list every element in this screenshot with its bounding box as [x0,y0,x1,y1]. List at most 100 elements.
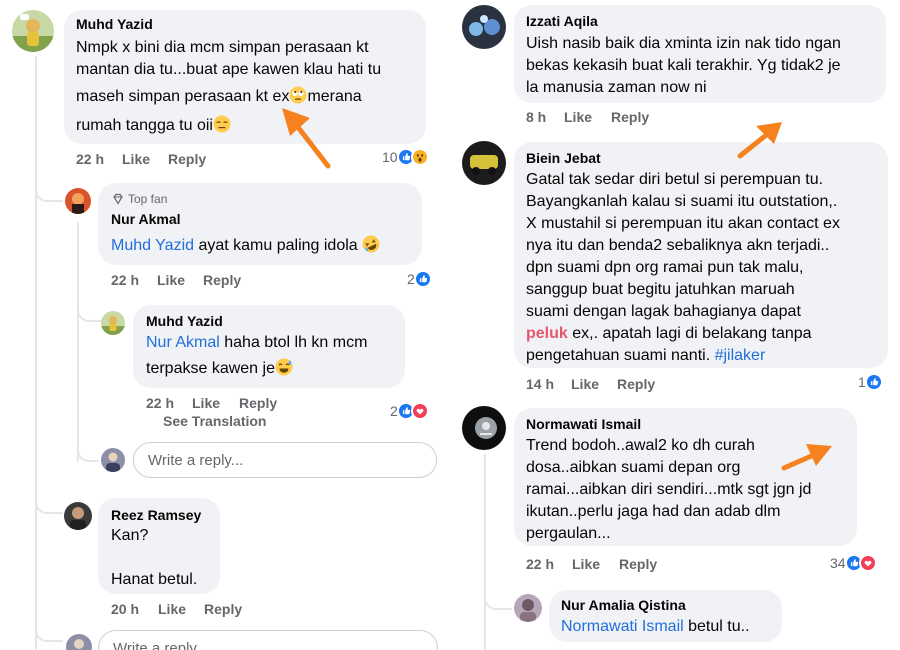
comment-text: nya itu dan benda2 sebaliknya akn terjad… [526,237,830,254]
comment-text: mantan dia tu...buat ape kawen klau hati… [76,61,382,78]
thread-elbow [35,180,63,202]
like-button[interactable]: Like [571,376,599,392]
reaction-summary[interactable]: 1 [858,373,883,391]
comment-text: dosa..aibkan suami depan org [526,459,741,476]
comment-text: terpakse kawen je [146,358,293,380]
reaction-summary[interactable]: 2 [390,402,429,420]
top-fan-diamond-icon [112,193,124,205]
comment-time[interactable]: 22 h [526,556,554,572]
reply-input-box[interactable] [133,442,437,478]
comment-text: pengetahuan suami nanti. #jilaker [526,345,765,367]
reaction-summary[interactable]: 34 [830,554,877,572]
thread-line [77,222,79,462]
comment-text: Bayangkanlah kalau si suami itu outstati… [526,193,838,210]
thread-line [35,56,37,650]
comment-text-part: ayat kamu paling idola [194,237,363,254]
comment-text: Muhd Yazid ayat kamu paling idola [111,235,380,257]
avatar[interactable] [64,502,92,530]
comment-text-part: merana [307,88,362,105]
reply-button[interactable]: Reply [239,395,277,411]
like-button[interactable]: Like [564,109,592,125]
avatar[interactable] [462,406,506,450]
reply-button[interactable]: Reply [204,601,242,617]
love-reaction-icon [858,554,877,572]
comment-author[interactable]: Muhd Yazid [146,313,223,329]
comment-text: Gatal tak sedar diri betul si perempuan … [526,171,824,188]
comment-text-part: haha btol lh kn mcm [219,334,368,351]
comment-text: peluk ex,. apatah lagi di belakang tanpa [526,323,812,345]
comment-text: sanggup buat begitu jatuhkan maruah [526,281,795,298]
comment-text: Nmpk x bini dia mcm simpan perasaan kt [76,39,369,56]
like-button[interactable]: Like [157,272,185,288]
comment-text-part: pengetahuan suami nanti. [526,347,715,364]
reply-button[interactable]: Reply [611,109,649,125]
comment-time[interactable]: 20 h [111,601,139,617]
comment-author[interactable]: Reez Ramsey [111,507,201,523]
comment-time[interactable]: 22 h [111,272,139,288]
annotation-arrow [781,444,832,471]
hashtag-link[interactable]: #jilaker [715,347,766,364]
comment-text: dpn suami dpn org ramai pun tak malu, [526,259,804,276]
comment-text-part: ex,. apatah lagi di belakang tanpa [567,325,812,342]
like-button[interactable]: Like [572,556,600,572]
annotation-arrow [737,122,782,159]
comment-author[interactable]: Nur Akmal [111,211,181,227]
reply-button[interactable]: Reply [617,376,655,392]
comment-time[interactable]: 8 h [526,109,546,125]
mention-link[interactable]: Normawati Ismail [561,618,684,635]
like-button[interactable]: Like [158,601,186,617]
comment-author[interactable]: Nur Amalia Qistina [561,597,686,613]
comment-text: ikutan..perlu jaga had dan adab dlm [526,503,781,520]
thread-elbow [77,436,99,462]
reply-input[interactable] [134,443,436,477]
comment-text: Hanat betul. [111,571,198,588]
reply-input[interactable] [99,631,437,650]
comment-text: bekas kekasih buat kali terakhir. Yg tid… [526,57,841,74]
like-button[interactable]: Like [122,151,150,167]
comment-time[interactable]: 14 h [526,376,554,392]
mention-link[interactable]: Nur Akmal [146,334,220,351]
like-reaction-icon [413,270,432,288]
expressionless-emoji [213,115,231,133]
top-fan-label: Top fan [128,192,168,206]
rolling-eyes-emoji [289,86,307,104]
reply-button[interactable]: Reply [619,556,657,572]
avatar[interactable] [462,141,506,185]
reaction-count: 34 [830,555,846,571]
comment-text: Uish nasib baik dia xminta izin nak tido… [526,35,841,52]
comment-author[interactable]: Muhd Yazid [76,16,153,32]
comment-author[interactable]: Izzati Aqila [526,13,598,29]
avatar[interactable] [101,311,125,335]
see-translation-link[interactable]: See Translation [163,413,266,429]
comment-time[interactable]: 22 h [76,151,104,167]
reply-button[interactable]: Reply [168,151,206,167]
avatar[interactable] [65,188,91,214]
comment-text: Trend bodoh..awal2 ko dh curah [526,437,755,454]
love-reaction-icon [410,402,429,420]
thread-elbow [35,620,63,642]
avatar[interactable] [12,10,54,52]
rofl-emoji [362,235,380,253]
avatar[interactable] [462,5,506,49]
reaction-summary[interactable]: 2 [407,270,432,288]
thread-elbow [484,588,512,610]
comment-text: Nur Akmal haha btol lh kn mcm [146,332,367,354]
top-fan-badge: Top fan [112,192,167,206]
comment-text: rumah tangga tu oii [76,115,231,137]
comment-text-part: betul tu.. [683,618,750,635]
comment-text: ramai...aibkan diri sendiri...mtk sgt jg… [526,481,812,498]
current-user-avatar [66,634,92,650]
mention-link[interactable]: Muhd Yazid [111,237,194,254]
comment-text: Normawati Ismail betul tu.. [561,616,750,638]
like-button[interactable]: Like [192,395,220,411]
reply-button[interactable]: Reply [203,272,241,288]
wow-reaction-icon [410,148,429,166]
comment-time[interactable]: 22 h [146,395,174,411]
avatar[interactable] [514,594,542,622]
reaction-summary[interactable]: 10 [382,148,429,166]
comment-text: X mustahil si perempuan itu akan contact… [526,215,840,232]
reply-input-box[interactable] [98,630,438,650]
comment-author[interactable]: Normawati Ismail [526,416,641,432]
comment-text-part: maseh simpan perasaan kt ex [76,88,290,105]
comment-author[interactable]: Biein Jebat [526,150,601,166]
